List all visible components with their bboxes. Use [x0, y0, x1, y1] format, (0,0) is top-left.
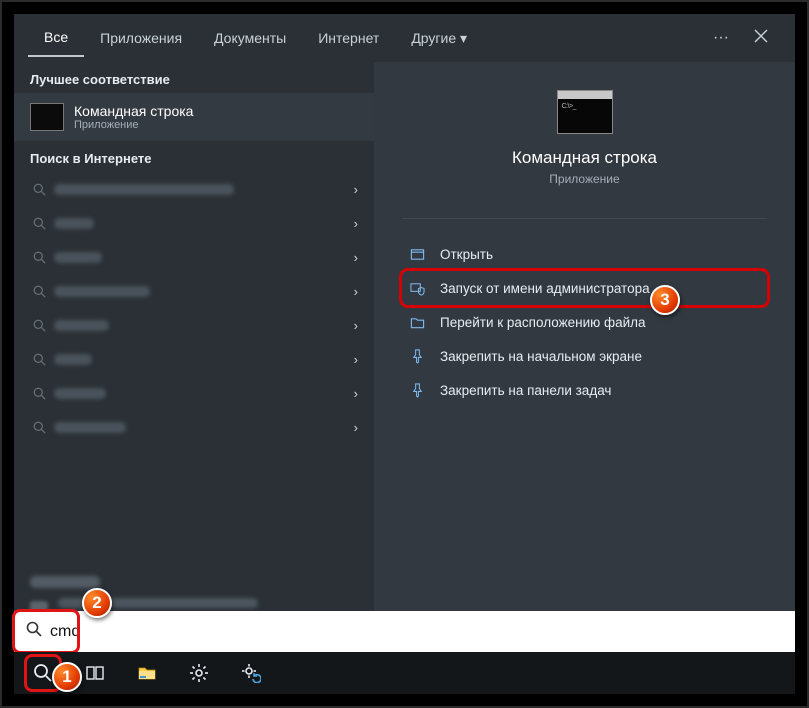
- web-results: › › › › › › › ›: [14, 172, 374, 568]
- search-icon: [30, 319, 48, 332]
- search-icon: [26, 621, 42, 642]
- web-result[interactable]: ›: [22, 274, 366, 308]
- window-frame: Все Приложения Документы Интернет Другие…: [0, 0, 809, 708]
- chevron-right-icon: ›: [354, 250, 358, 265]
- taskbar-explorer-button[interactable]: [128, 654, 166, 692]
- tab-more[interactable]: Другие ▾: [395, 20, 483, 57]
- search-icon: [30, 217, 48, 230]
- best-match-subtitle: Приложение: [74, 119, 193, 131]
- search-panel: Все Приложения Документы Интернет Другие…: [14, 14, 795, 636]
- action-pin-taskbar[interactable]: Закрепить на панели задач: [402, 373, 767, 407]
- web-result[interactable]: ›: [22, 342, 366, 376]
- search-icon: [30, 183, 48, 196]
- action-label: Закрепить на начальном экране: [440, 349, 642, 364]
- open-icon: [408, 247, 426, 262]
- search-icon: [30, 285, 48, 298]
- web-result[interactable]: ›: [22, 206, 366, 240]
- action-run-as-admin[interactable]: Запуск от имени администратора: [402, 271, 767, 305]
- chevron-right-icon: ›: [354, 284, 358, 299]
- search-body: Лучшее соответствие Командная строка При…: [14, 62, 795, 636]
- app-title: Командная строка: [512, 148, 657, 168]
- chevron-right-icon: ›: [354, 352, 358, 367]
- folder-icon: [408, 315, 426, 330]
- pin-icon: [408, 349, 426, 364]
- section-web: Поиск в Интернете: [14, 141, 374, 172]
- separator: [402, 218, 767, 219]
- search-icon: [30, 421, 48, 434]
- chevron-right-icon: ›: [354, 386, 358, 401]
- details-pane: Командная строка Приложение Открыть Запу…: [374, 62, 795, 636]
- folder-icon: [137, 663, 157, 683]
- chevron-right-icon: ›: [354, 420, 358, 435]
- search-icon: [30, 251, 48, 264]
- action-label: Запуск от имени администратора: [440, 281, 650, 296]
- action-list: Открыть Запуск от имени администратора П…: [374, 233, 795, 407]
- cmd-icon: [30, 103, 64, 131]
- app-subtitle: Приложение: [549, 172, 619, 186]
- action-pin-start[interactable]: Закрепить на начальном экране: [402, 339, 767, 373]
- search-icon: [30, 387, 48, 400]
- blurred-heading: [30, 576, 100, 588]
- section-best-match: Лучшее соответствие: [14, 62, 374, 93]
- web-result[interactable]: ›: [22, 240, 366, 274]
- tab-docs[interactable]: Документы: [198, 20, 302, 56]
- taskbar-settings-button[interactable]: [180, 654, 218, 692]
- taskbar-taskview-button[interactable]: [76, 654, 114, 692]
- app-hero: Командная строка Приложение: [374, 62, 795, 204]
- tab-all[interactable]: Все: [28, 19, 84, 57]
- more-options-button[interactable]: ···: [701, 29, 741, 47]
- chevron-down-icon: ▾: [460, 30, 467, 46]
- search-bar[interactable]: [14, 611, 795, 652]
- action-label: Открыть: [440, 247, 493, 262]
- gear-sync-icon: [241, 663, 261, 683]
- gear-icon: [189, 663, 209, 683]
- taskbar: [14, 652, 795, 694]
- web-result[interactable]: ›: [22, 410, 366, 444]
- tab-apps[interactable]: Приложения: [84, 20, 198, 56]
- cmd-large-icon: [557, 90, 613, 134]
- results-left: Лучшее соответствие Командная строка При…: [14, 62, 374, 636]
- taskbar-search-button[interactable]: [24, 654, 62, 692]
- web-result[interactable]: ›: [22, 308, 366, 342]
- action-open-location[interactable]: Перейти к расположению файла: [402, 305, 767, 339]
- search-input[interactable]: [50, 623, 783, 641]
- action-label: Закрепить на панели задач: [440, 383, 611, 398]
- close-button[interactable]: [741, 29, 781, 48]
- chevron-right-icon: ›: [354, 182, 358, 197]
- close-icon: [754, 29, 768, 43]
- blurred-text: [58, 598, 258, 608]
- action-label: Перейти к расположению файла: [440, 315, 646, 330]
- search-icon: [30, 353, 48, 366]
- admin-shield-icon: [408, 281, 426, 296]
- search-tabs: Все Приложения Документы Интернет Другие…: [14, 14, 795, 62]
- search-icon: [33, 663, 53, 683]
- chevron-right-icon: ›: [354, 216, 358, 231]
- web-result[interactable]: ›: [22, 376, 366, 410]
- tab-internet[interactable]: Интернет: [302, 20, 395, 56]
- best-match-title: Командная строка: [74, 103, 193, 119]
- chevron-right-icon: ›: [354, 318, 358, 333]
- pin-icon: [408, 383, 426, 398]
- taskbar-settings-alt-button[interactable]: [232, 654, 270, 692]
- web-result[interactable]: ›: [22, 172, 366, 206]
- taskview-icon: [85, 663, 105, 683]
- action-open[interactable]: Открыть: [402, 237, 767, 271]
- best-match-item[interactable]: Командная строка Приложение: [14, 93, 374, 141]
